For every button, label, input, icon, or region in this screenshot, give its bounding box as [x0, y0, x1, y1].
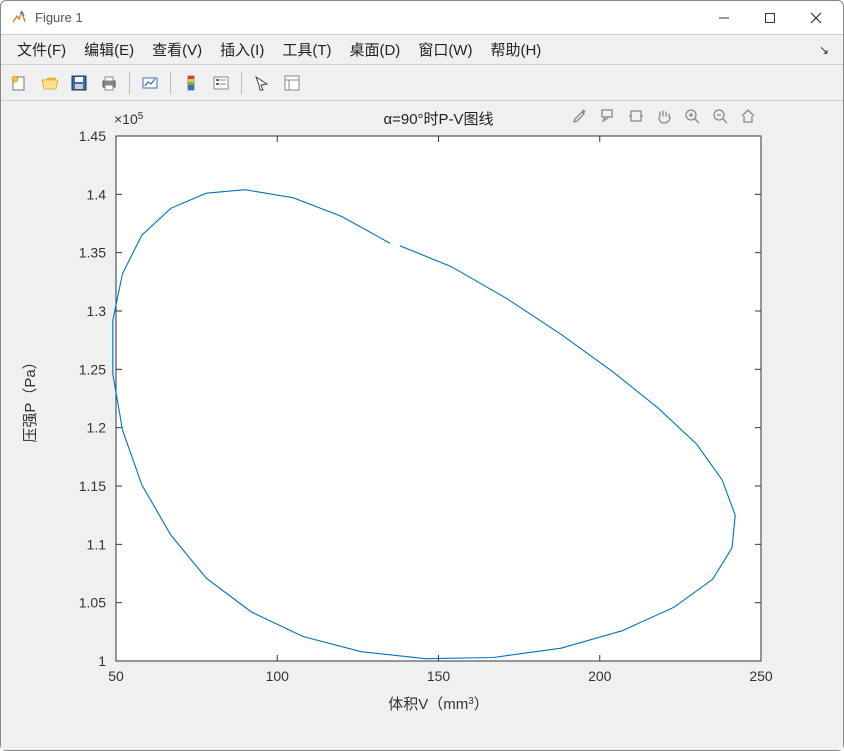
svg-text:压强P（Pa）: 压强P（Pa） [22, 354, 39, 442]
pan-hand-icon[interactable] [653, 105, 675, 127]
menu-view[interactable]: 查看(V) [144, 35, 210, 64]
new-figure-button[interactable] [5, 69, 33, 97]
plot-area: 50 100 150 200 250 1 1.05 1.1 1.15 1.2 1.25 1.3 1.35… [1, 101, 843, 750]
svg-text:体积V（mm3）: 体积V（mm3） [388, 696, 489, 714]
svg-text:150: 150 [427, 668, 451, 684]
menu-insert[interactable]: 插入(I) [212, 35, 272, 64]
svg-text:1.1: 1.1 [87, 536, 107, 552]
svg-text:1.05: 1.05 [79, 595, 106, 611]
pan-rect-icon[interactable] [625, 105, 647, 127]
toolbar-separator [129, 72, 130, 94]
svg-text:100: 100 [266, 668, 290, 684]
svg-text:200: 200 [588, 668, 612, 684]
datatip-icon[interactable] [597, 105, 619, 127]
window-title: Figure 1 [35, 10, 83, 25]
matlab-icon [11, 10, 27, 26]
link-plot-button[interactable] [136, 69, 164, 97]
toolbar [1, 65, 843, 101]
open-property-inspector-button[interactable] [278, 69, 306, 97]
svg-text:×105: ×105 [114, 111, 144, 128]
svg-text:1.45: 1.45 [79, 128, 106, 144]
close-button[interactable] [793, 1, 839, 35]
menu-tools[interactable]: 工具(T) [274, 35, 339, 64]
svg-text:1.2: 1.2 [87, 420, 107, 436]
open-button[interactable] [35, 69, 63, 97]
zoom-in-icon[interactable] [681, 105, 703, 127]
titlebar: Figure 1 [1, 1, 843, 35]
axes-toolbar [569, 105, 759, 127]
menu-overflow-icon[interactable]: ↘ [819, 43, 835, 57]
svg-text:250: 250 [749, 668, 773, 684]
menu-help[interactable]: 帮助(H) [482, 35, 549, 64]
axes[interactable]: 50 100 150 200 250 1 1.05 1.1 1.15 1.2 1.25 1.3 1.35… [1, 101, 843, 750]
maximize-button[interactable] [747, 1, 793, 35]
zoom-out-icon[interactable] [709, 105, 731, 127]
insert-legend-button[interactable] [207, 69, 235, 97]
restore-view-icon[interactable] [737, 105, 759, 127]
svg-text:1.4: 1.4 [87, 186, 107, 202]
print-button[interactable] [95, 69, 123, 97]
menu-edit[interactable]: 编辑(E) [76, 35, 142, 64]
toolbar-separator [170, 72, 171, 94]
menubar: 文件(F) 编辑(E) 查看(V) 插入(I) 工具(T) 桌面(D) 窗口(W… [1, 35, 843, 65]
edit-plot-button[interactable] [248, 69, 276, 97]
svg-text:1.3: 1.3 [87, 303, 107, 319]
menu-desktop[interactable]: 桌面(D) [341, 35, 408, 64]
svg-text:1: 1 [98, 653, 106, 669]
toolbar-separator [241, 72, 242, 94]
brush-icon[interactable] [569, 105, 591, 127]
minimize-button[interactable] [701, 1, 747, 35]
svg-text:α=90°时P-V图线: α=90°时P-V图线 [383, 111, 493, 128]
svg-text:50: 50 [108, 668, 124, 684]
menu-file[interactable]: 文件(F) [9, 35, 74, 64]
save-button[interactable] [65, 69, 93, 97]
figure-window: Figure 1 文件(F) 编辑(E) 查看(V) 插入(I) 工具(T) 桌… [0, 0, 844, 751]
insert-colorbar-button[interactable] [177, 69, 205, 97]
svg-text:1.35: 1.35 [79, 245, 106, 261]
svg-text:1.15: 1.15 [79, 478, 106, 494]
svg-text:1.25: 1.25 [79, 361, 106, 377]
menu-window[interactable]: 窗口(W) [410, 35, 480, 64]
